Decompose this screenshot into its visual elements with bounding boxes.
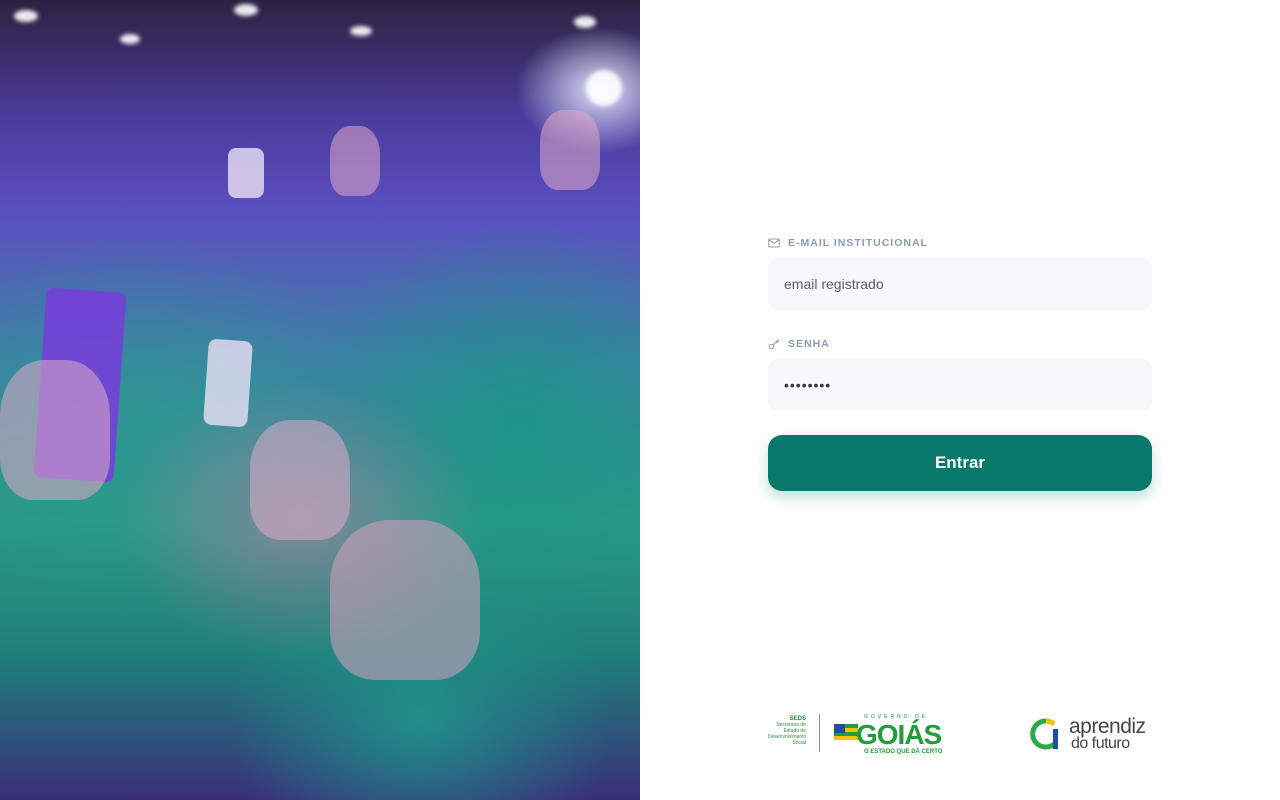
hero-photo (0, 0, 640, 800)
login-button[interactable]: Entrar (768, 435, 1152, 491)
seds-logo: SEDS Secretaria de Estado de Desenvolvim… (768, 716, 806, 746)
goias-name: GOIÁS (856, 719, 942, 750)
email-label: E-MAIL INSTITUCIONAL (788, 237, 928, 249)
aprendiz-do-futuro-logo: aprendiz do futuro (1024, 715, 1152, 753)
do-futuro-text: do futuro (1071, 735, 1130, 752)
login-form: E-MAIL INSTITUCIONAL email registrado SE… (768, 234, 1152, 491)
password-field[interactable]: •••••••• (768, 359, 1152, 411)
aprendiz-logo-icon (1030, 718, 1058, 750)
password-label: SENHA (788, 338, 830, 350)
mail-icon (768, 238, 780, 248)
goias-logo: GOVERNO DE GOIÁS O ESTADO QUE DÁ CERTO (834, 714, 950, 755)
key-icon (768, 339, 780, 350)
seds-subtitle: Secretaria de Estado de Desenvolvimento … (768, 722, 807, 746)
password-label-row: SENHA (768, 335, 1152, 353)
footer-logos: SEDS Secretaria de Estado de Desenvolvim… (768, 710, 1152, 758)
login-page: E-MAIL INSTITUCIONAL email registrado SE… (0, 0, 1280, 800)
goias-tagline: O ESTADO QUE DÁ CERTO (864, 749, 943, 755)
goias-flag-icon (834, 724, 858, 740)
email-field[interactable]: email registrado (768, 258, 1152, 310)
logo-divider (819, 714, 820, 752)
email-label-row: E-MAIL INSTITUCIONAL (768, 234, 1152, 252)
